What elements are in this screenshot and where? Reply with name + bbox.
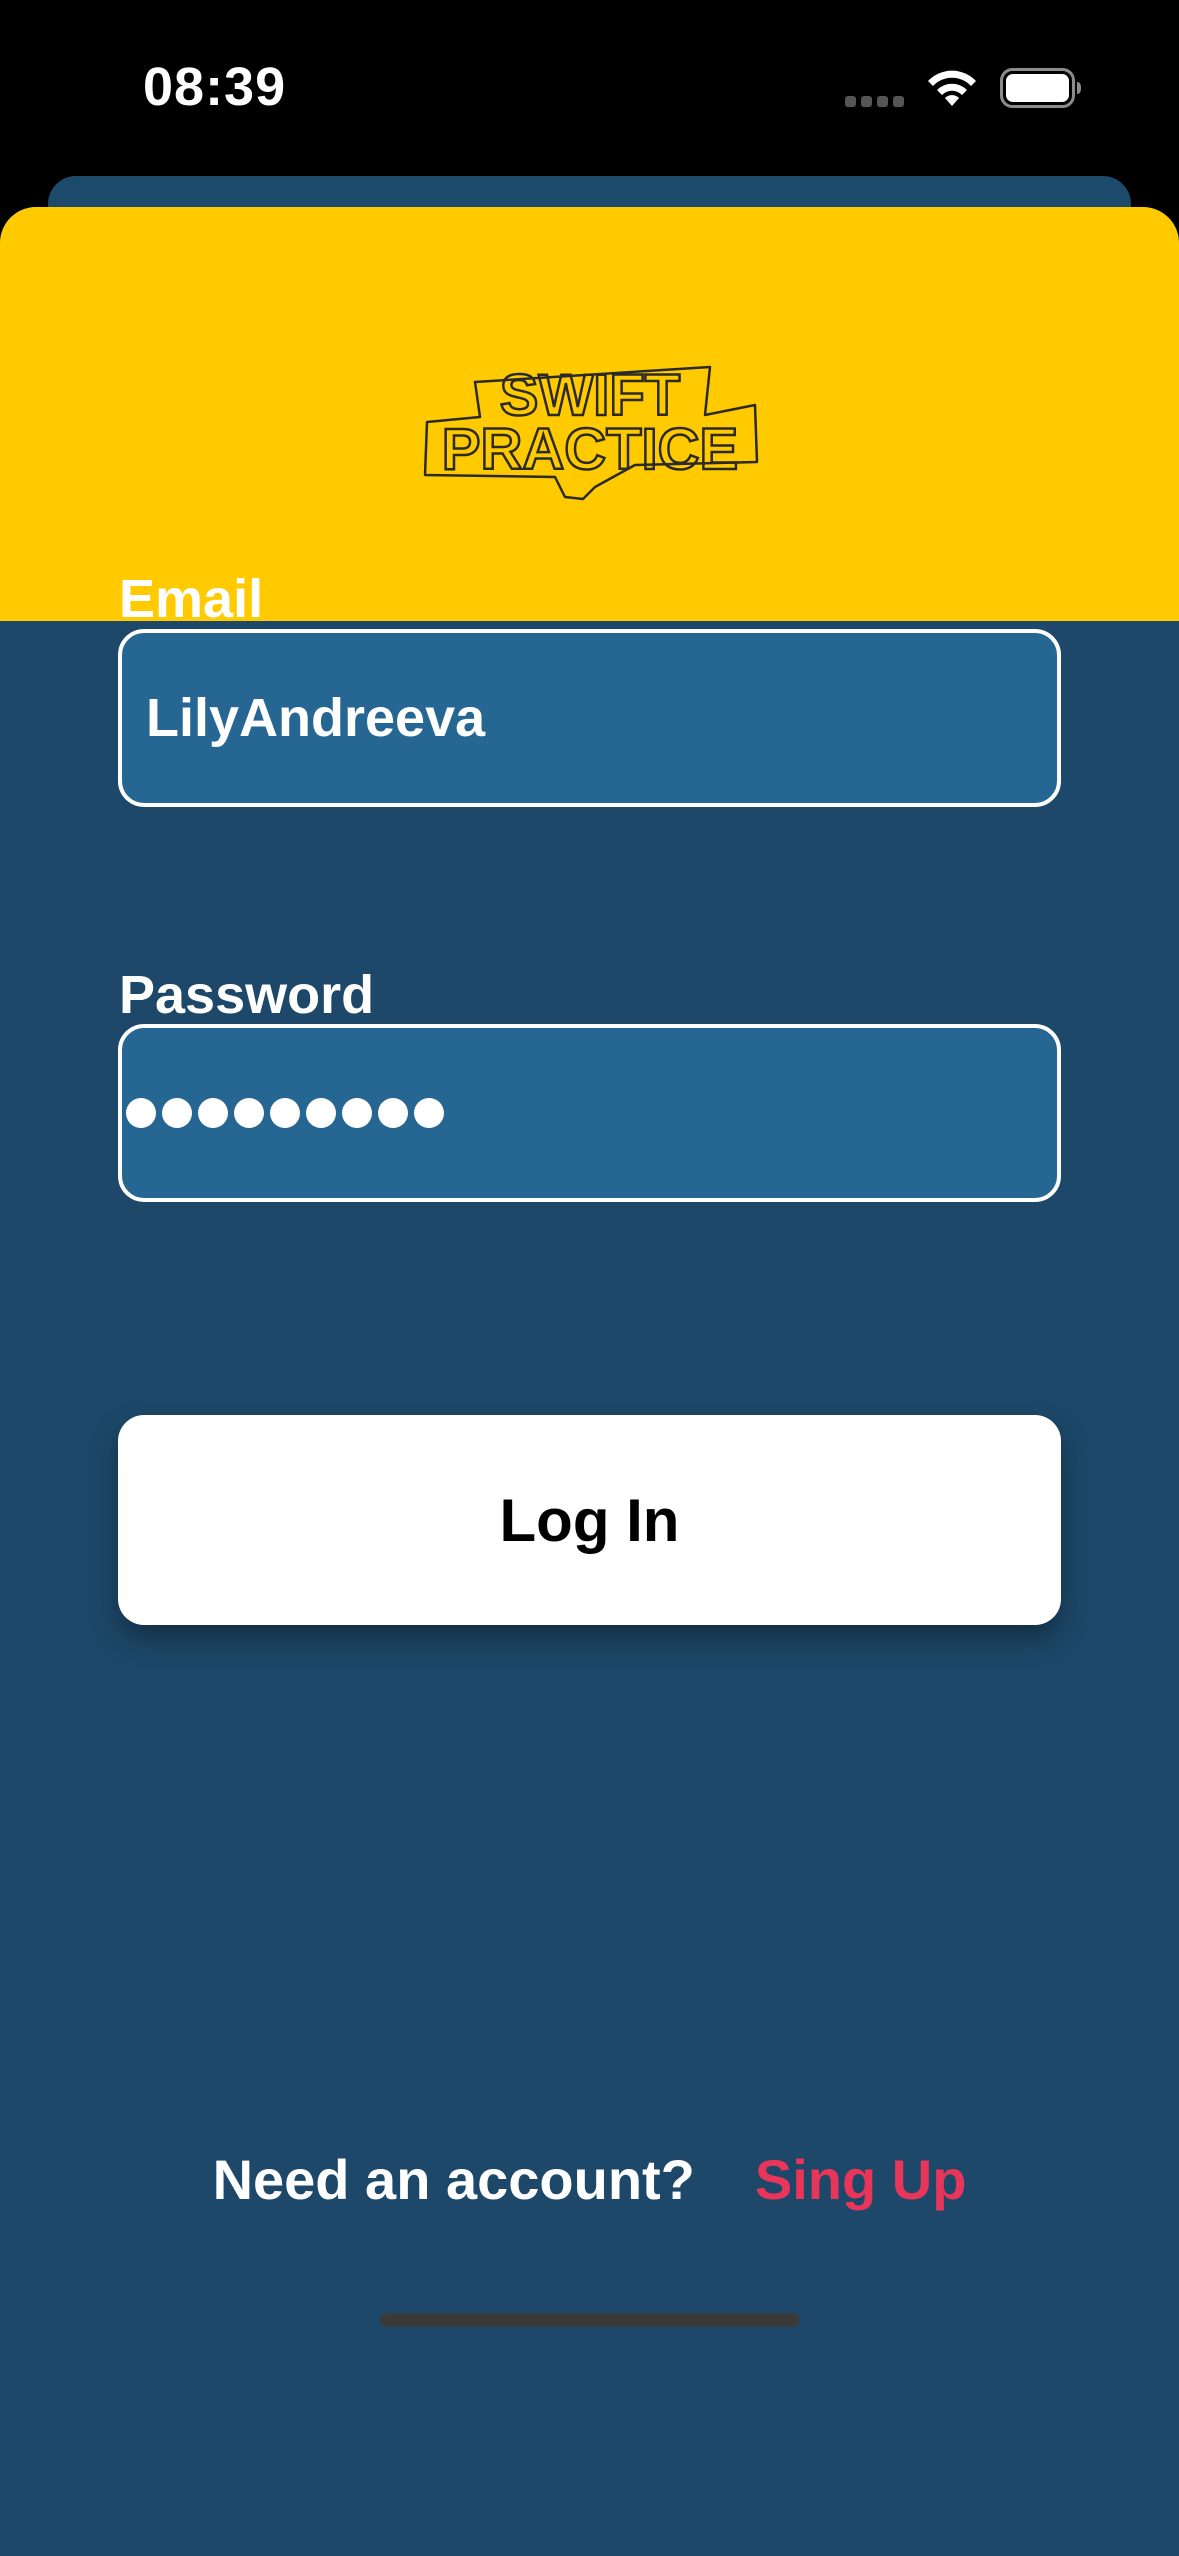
password-dot <box>126 1098 156 1128</box>
battery-icon <box>1000 68 1081 108</box>
signup-link[interactable]: Sing Up <box>755 2147 967 2212</box>
password-dot <box>306 1098 336 1128</box>
password-label: Password <box>119 965 375 1025</box>
password-dot <box>198 1098 228 1128</box>
password-dot <box>162 1098 192 1128</box>
password-dot <box>342 1098 372 1128</box>
password-masked-value <box>126 1098 444 1128</box>
password-dot <box>234 1098 264 1128</box>
password-dot <box>270 1098 300 1128</box>
login-button[interactable]: Log In <box>118 1415 1061 1625</box>
signup-prompt-row: Need an account? Sing Up <box>0 2147 1179 2212</box>
svg-text:PRACTICE: PRACTICE <box>442 417 738 482</box>
password-dot <box>378 1098 408 1128</box>
password-dot <box>414 1098 444 1128</box>
home-indicator <box>380 2313 800 2327</box>
app-screen: 08:39 SWIFT PRACTICE Email LilyAndreeva … <box>0 0 1179 2556</box>
email-value: LilyAndreeva <box>146 688 486 748</box>
signal-icon <box>845 96 905 108</box>
status-bar: 08:39 <box>0 0 1179 175</box>
email-label: Email <box>119 569 264 629</box>
header-band: SWIFT PRACTICE <box>0 207 1179 621</box>
email-field[interactable]: LilyAndreeva <box>118 629 1061 807</box>
need-account-text: Need an account? <box>212 2148 695 2211</box>
password-field[interactable] <box>118 1024 1061 1202</box>
wifi-icon <box>928 70 976 106</box>
swift-practice-logo: SWIFT PRACTICE <box>423 362 759 501</box>
status-time: 08:39 <box>143 57 287 117</box>
